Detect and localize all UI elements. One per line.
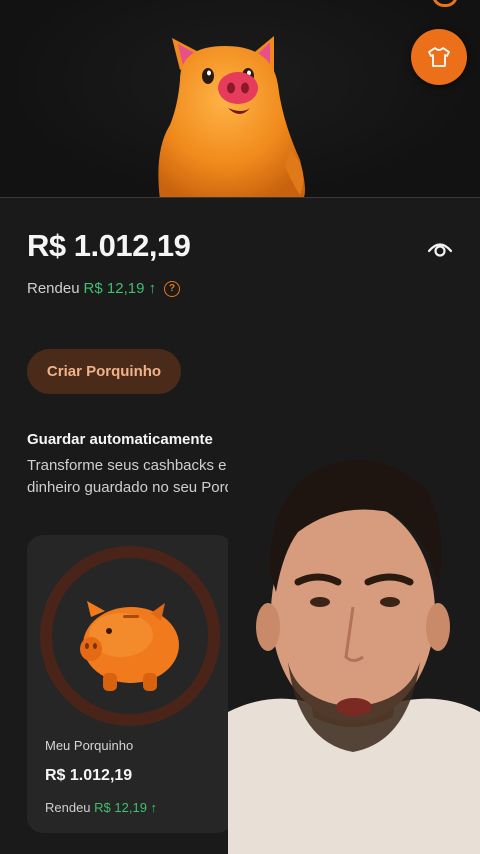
hero-banner: [0, 0, 480, 198]
status-ring-icon: [432, 0, 458, 7]
piggy-card-balance: R$ 1.012,19: [45, 767, 133, 784]
piggy-card-yield-value: R$ 12,19 ↑: [94, 800, 158, 815]
piggy-card-yield-label: Rendeu: [45, 800, 91, 815]
piggy-card-name: Meu Porquinho: [45, 738, 134, 753]
pig-mascot-illustration: [158, 36, 305, 198]
piggy-card[interactable]: Meu Porquinho R$ 1.012,19 Rendeu R$ 12,1…: [27, 535, 233, 833]
hero-divider: [0, 197, 480, 198]
auto-save-title: Guardar automaticamente: [27, 431, 213, 448]
eye-icon[interactable]: [426, 236, 454, 260]
yield-value: R$ 12,19 ↑: [83, 280, 157, 297]
piggy-bank-icon: [40, 546, 220, 726]
piggy-card-yield: Rendeu R$ 12,19 ↑: [45, 800, 157, 815]
help-icon[interactable]: ?: [164, 280, 181, 297]
shirt-icon: [428, 47, 450, 67]
yield-label: Rendeu: [27, 280, 80, 297]
create-piggy-button[interactable]: Criar Porquinho: [27, 349, 181, 394]
total-balance: R$ 1.012,19: [27, 228, 191, 263]
customize-shirt-button[interactable]: [411, 29, 467, 85]
presenter-video-overlay: [228, 452, 480, 854]
yield-row: Rendeu R$ 12,19 ↑ ?: [27, 280, 181, 297]
